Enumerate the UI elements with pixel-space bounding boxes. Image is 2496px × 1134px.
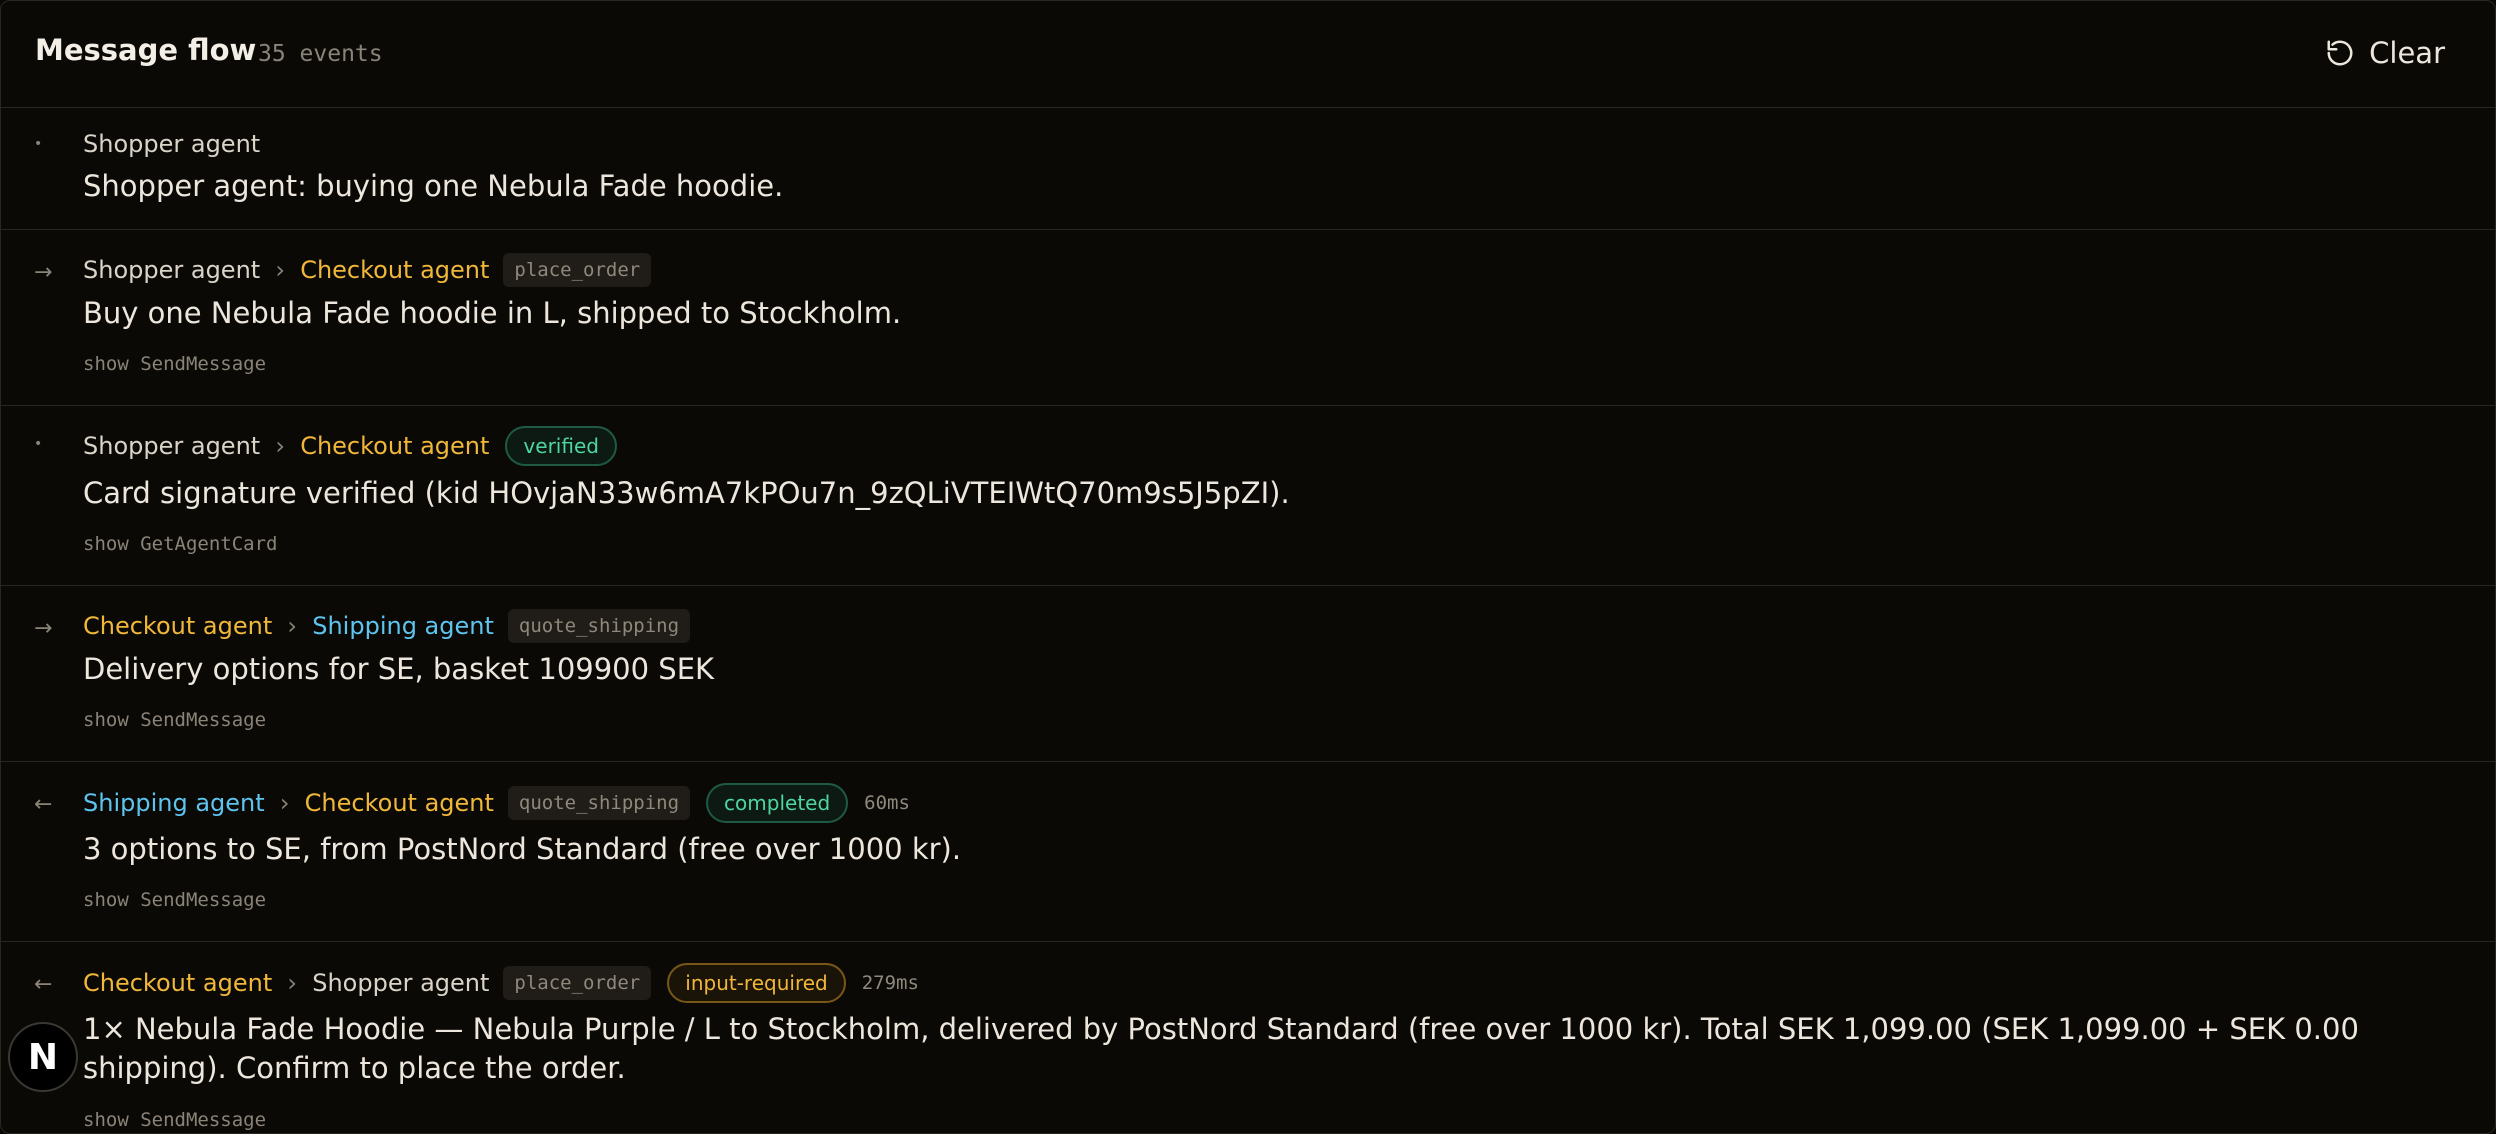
event-route: Checkout agent › Shopper agent place_ord… xyxy=(83,963,919,1003)
to-agent: Shipping agent xyxy=(312,612,494,640)
to-agent: Shopper agent xyxy=(312,969,490,997)
event-route: Shopper agent › Checkout agent place_ord… xyxy=(83,250,652,290)
event-message: Shopper agent: buying one Nebula Fade ho… xyxy=(83,169,784,203)
message-flow-panel: Message flow 35 events Clear • Shopper a… xyxy=(0,0,2496,1134)
status-badge: input-required xyxy=(667,963,846,1003)
chevron-right-icon: › xyxy=(275,256,285,284)
status-badge: verified xyxy=(505,426,617,466)
event-row: → Shopper agent › Checkout agent place_o… xyxy=(1,230,2495,406)
chevron-right-icon: › xyxy=(275,432,285,460)
show-details-link[interactable]: show SendMessage xyxy=(83,889,266,911)
show-details-link[interactable]: show SendMessage xyxy=(83,353,266,375)
duration-label: 60ms xyxy=(864,792,910,814)
from-agent: Shipping agent xyxy=(83,789,265,817)
from-agent: Shopper agent xyxy=(83,432,261,460)
event-message: Card signature verified (kid HOvjaN33w6m… xyxy=(83,476,1290,510)
event-route: Shopper agent xyxy=(83,124,260,164)
event-dot-icon: • xyxy=(34,136,43,152)
arrow-left-icon: ← xyxy=(34,792,53,817)
nextjs-logo-icon[interactable]: N xyxy=(8,1022,78,1092)
event-message: Delivery options for SE, basket 109900 S… xyxy=(83,652,715,686)
status-badge: completed xyxy=(706,783,849,823)
event-message: Buy one Nebula Fade hoodie in L, shipped… xyxy=(83,296,902,330)
chevron-right-icon: › xyxy=(287,612,298,640)
event-route: Shopper agent › Checkout agent verified xyxy=(83,426,617,466)
method-chip: place_order xyxy=(503,253,652,287)
from-agent: Shopper agent xyxy=(83,130,261,158)
refresh-icon xyxy=(2325,38,2355,68)
event-route: Shipping agent › Checkout agent quote_sh… xyxy=(83,783,910,823)
method-chip: quote_shipping xyxy=(507,609,691,643)
clear-label: Clear xyxy=(2369,36,2445,70)
to-agent: Checkout agent xyxy=(300,256,490,284)
chevron-right-icon: › xyxy=(287,969,298,997)
to-agent: Checkout agent xyxy=(300,432,490,460)
show-details-link[interactable]: show SendMessage xyxy=(83,1109,266,1131)
event-row: → Checkout agent › Shipping agent quote_… xyxy=(1,586,2495,762)
clear-button[interactable]: Clear xyxy=(2325,31,2445,75)
page-title: Message flow xyxy=(35,33,257,67)
from-agent: Checkout agent xyxy=(83,969,273,997)
event-row: ← Checkout agent › Shopper agent place_o… xyxy=(1,942,2495,1133)
to-agent: Checkout agent xyxy=(304,789,494,817)
arrow-left-icon: ← xyxy=(34,972,53,997)
event-row: ← Shipping agent › Checkout agent quote_… xyxy=(1,762,2495,942)
event-dot-icon: • xyxy=(34,436,43,452)
event-count: 35 events xyxy=(258,41,383,67)
method-chip: place_order xyxy=(503,966,652,1000)
panel-header: Message flow 35 events Clear xyxy=(1,1,2495,108)
duration-label: 279ms xyxy=(861,972,919,994)
logo-letter: N xyxy=(27,1036,59,1078)
method-chip: quote_shipping xyxy=(507,786,691,820)
event-message: 1× Nebula Fade Hoodie — Nebula Purple / … xyxy=(83,1012,2359,1085)
arrow-right-icon: → xyxy=(34,260,53,285)
from-agent: Shopper agent xyxy=(83,256,261,284)
chevron-right-icon: › xyxy=(279,789,290,817)
event-row: • Shopper agent › Checkout agent verifie… xyxy=(1,406,2495,586)
event-row: • Shopper agent Shopper agent: buying on… xyxy=(1,108,2495,230)
show-details-link[interactable]: show SendMessage xyxy=(83,709,266,731)
from-agent: Checkout agent xyxy=(83,612,273,640)
event-route: Checkout agent › Shipping agent quote_sh… xyxy=(83,606,691,646)
show-details-link[interactable]: show GetAgentCard xyxy=(83,533,277,555)
event-message: 3 options to SE, from PostNord Standard … xyxy=(83,832,962,866)
arrow-right-icon: → xyxy=(34,616,53,641)
